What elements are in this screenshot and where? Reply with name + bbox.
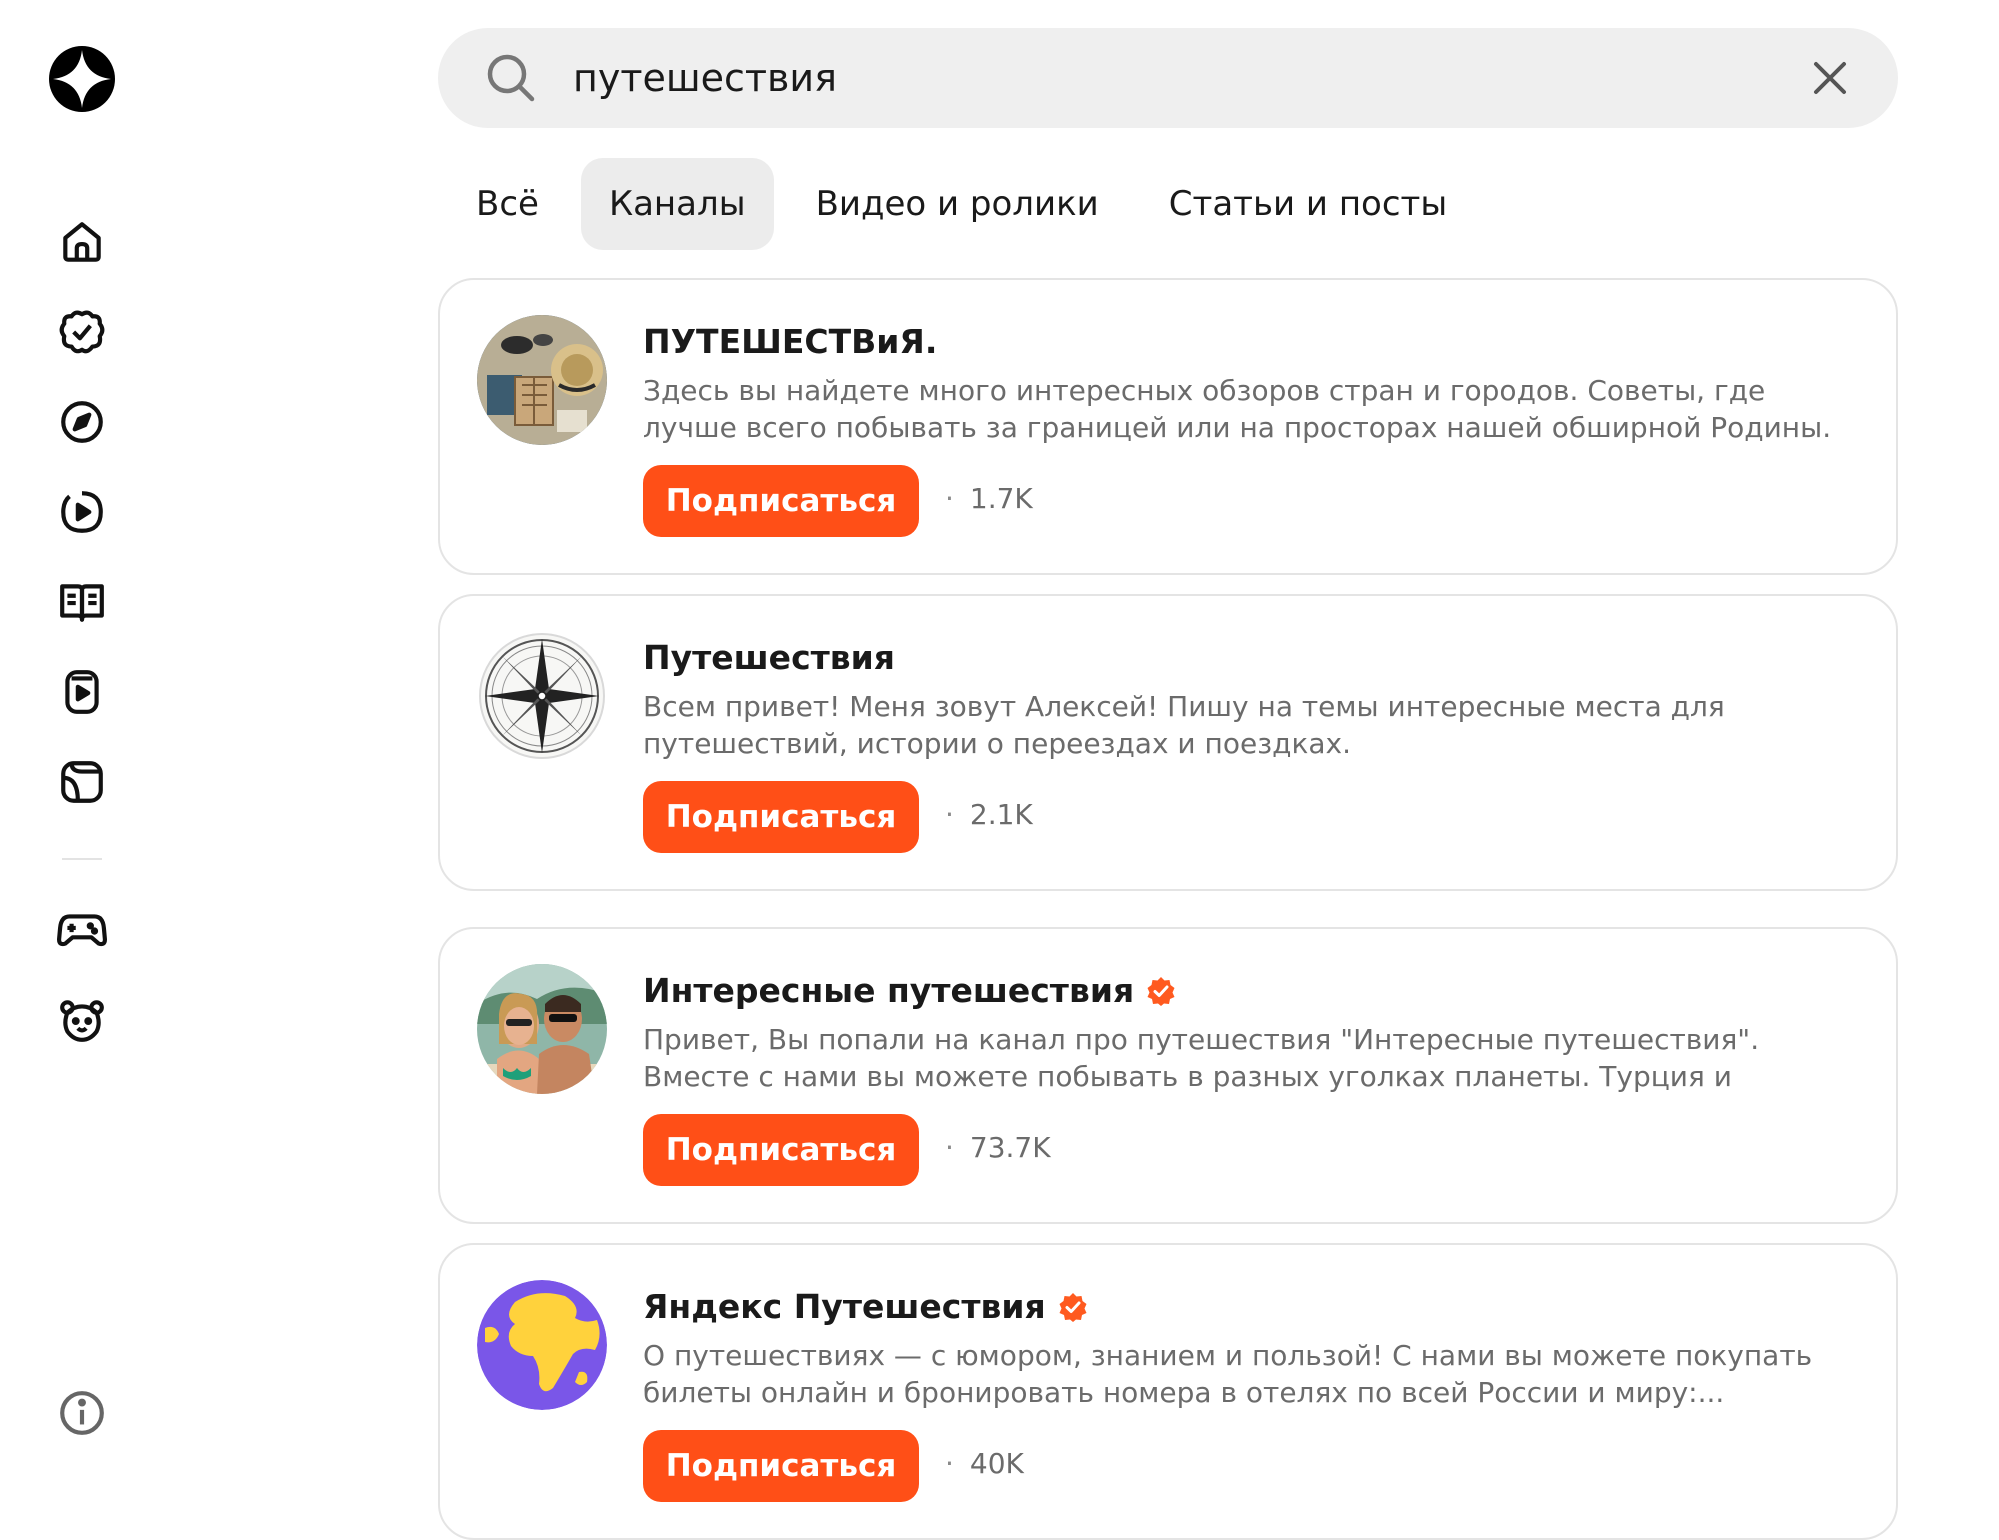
compass-rose-avatar — [477, 631, 607, 761]
subscriber-count-value: 2.1K — [969, 798, 1033, 831]
tab-videos[interactable]: Видео и ролики — [788, 158, 1127, 250]
verified-badge-icon — [1147, 976, 1175, 1006]
channel-title[interactable]: ПУТЕШЕСТВиЯ. — [643, 322, 937, 361]
subscriber-count: · 40K — [945, 1447, 1024, 1480]
subscribe-button[interactable]: Подписаться — [643, 1114, 919, 1186]
tab-articles[interactable]: Статьи и посты — [1141, 158, 1475, 250]
kids-bear-icon[interactable] — [52, 990, 112, 1050]
verified-badge-icon — [1059, 1292, 1087, 1322]
channel-description: Привет, Вы попали на канал про путешеств… — [643, 1023, 1760, 1093]
library-icon[interactable] — [52, 752, 112, 812]
channel-title-text: ПУТЕШЕСТВиЯ. — [643, 322, 938, 361]
subscriptions-icon[interactable] — [52, 302, 112, 362]
channel-card[interactable]: ПУТЕШЕСТВиЯ. Здесь вы найдете много инте… — [438, 278, 1898, 575]
subscribe-button[interactable]: Подписаться — [643, 781, 919, 853]
subscribe-button[interactable]: Подписаться — [643, 465, 919, 537]
channel-description: О путешествиях — с юмором, знанием и пол… — [643, 1339, 1813, 1409]
search-input[interactable] — [573, 48, 1723, 108]
channel-title-text: Интересные путешествия — [643, 971, 1135, 1010]
channel-title-text: Яндекс Путешествия — [643, 1287, 1046, 1326]
video-icon[interactable] — [52, 482, 112, 542]
channel-title-text: Путешествия — [643, 638, 895, 677]
channel-description: Всем привет! Меня зовут Алексей! Пишу на… — [643, 690, 1725, 760]
channel-card[interactable]: Яндекс Путешествия О путешествиях — с юм… — [438, 1243, 1898, 1540]
channel-avatar[interactable] — [477, 315, 607, 445]
channel-title[interactable]: Интересные путешествия — [643, 971, 1176, 1010]
channel-description: Здесь вы найдете много интересных обзоро… — [643, 374, 1832, 444]
search-tabs: Всё Каналы Видео и ролики Статьи и посты — [448, 158, 1489, 250]
channel-avatar[interactable] — [477, 964, 607, 1094]
subscribe-button[interactable]: Подписаться — [643, 1430, 919, 1502]
sidebar-divider — [62, 858, 102, 860]
home-icon[interactable] — [52, 212, 112, 272]
info-icon[interactable] — [52, 1383, 112, 1443]
articles-icon[interactable] — [52, 572, 112, 632]
tab-all[interactable]: Всё — [448, 158, 567, 250]
search-bar — [438, 28, 1898, 128]
subscriber-count: · 73.7K — [945, 1131, 1051, 1164]
channel-title[interactable]: Яндекс Путешествия — [643, 1287, 1088, 1326]
channel-avatar[interactable] — [477, 1280, 607, 1410]
couple-photo-avatar — [477, 964, 607, 1094]
shorts-icon[interactable] — [52, 662, 112, 722]
clear-search-icon[interactable] — [1808, 56, 1852, 100]
compass-icon[interactable] — [52, 392, 112, 452]
subscriber-count: · 1.7K — [945, 482, 1033, 515]
channel-card[interactable]: Путешествия Всем привет! Меня зовут Алек… — [438, 594, 1898, 891]
sidebar — [0, 0, 170, 1533]
tab-channels[interactable]: Каналы — [580, 158, 774, 250]
channel-card[interactable]: Интересные путешествия Привет, Вы попали… — [438, 927, 1898, 1224]
travel-items-avatar — [477, 315, 607, 445]
channel-avatar[interactable] — [477, 631, 607, 761]
subscriber-count-value: 1.7K — [969, 482, 1033, 515]
gamepad-icon[interactable] — [52, 900, 112, 960]
subscriber-count: · 2.1K — [945, 798, 1033, 831]
subscriber-count-value: 73.7K — [969, 1131, 1051, 1164]
search-icon — [487, 54, 535, 102]
dzen-logo-icon[interactable] — [47, 44, 117, 114]
globe-avatar — [477, 1280, 607, 1410]
channel-title[interactable]: Путешествия — [643, 638, 895, 677]
subscriber-count-value: 40K — [969, 1447, 1024, 1480]
